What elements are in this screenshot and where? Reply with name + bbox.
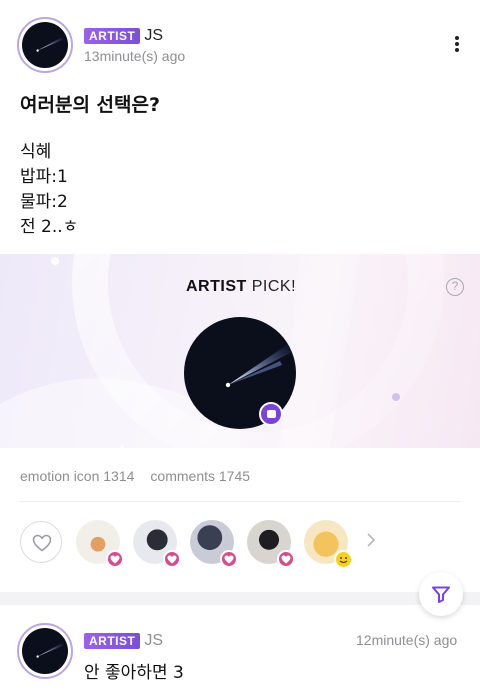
filter-button[interactable] [419,572,463,616]
artist-badge: ARTIST [84,27,141,44]
filter-icon [432,586,450,603]
heart-icon [277,550,295,568]
reactor-avatar[interactable] [304,520,353,569]
reactor-avatar[interactable] [133,520,181,568]
like-button[interactable] [20,521,62,563]
kebab-icon[interactable] [449,36,465,54]
author-name[interactable]: JS [144,27,163,44]
post-body-line: 전 2..ㅎ [20,217,79,237]
chevron-right-icon[interactable] [366,532,376,548]
post-text: 안 좋아하면 3 [84,663,184,683]
post-header: ARTIST JS [84,25,163,45]
post-time: 13minute(s) ago [84,48,186,64]
post-body-line: 물파:2 [20,192,68,212]
heart-outline-icon [32,534,52,552]
smile-icon [334,550,353,569]
comet-image [36,36,64,52]
heart-icon [106,550,124,568]
comet-image [36,642,64,658]
chat-icon [259,402,283,426]
reactor-avatar[interactable] [190,520,238,568]
post-stats: emotion icon 1314 comments 1745 [20,468,250,484]
heart-icon [163,550,181,568]
artist-avatar[interactable] [17,17,73,73]
post-title: 여러분의 선택은? [20,94,160,116]
help-icon[interactable]: ? [446,278,464,296]
artist-badge: ARTIST [84,632,141,649]
post-time: 12minute(s) ago [356,632,458,648]
reactor-avatar[interactable] [76,520,124,568]
post-body-line: 식혜 [20,142,52,162]
emotion-count[interactable]: emotion icon 1314 [20,468,134,484]
reactor-avatar[interactable] [247,520,295,568]
heart-icon [220,550,238,568]
artist-pick-banner: ARTIST PICK! ? [0,254,480,448]
post-card: ARTIST JS 12minute(s) ago 안 좋아하면 3 [0,605,480,693]
artist-avatar[interactable] [17,623,73,679]
author-name[interactable]: JS [144,632,163,649]
artist-pick-title: ARTIST PICK! [184,278,299,299]
post-body-line: 밥파:1 [20,167,68,187]
divider [20,501,460,502]
comments-count[interactable]: comments 1745 [150,468,250,484]
post-card: ARTIST JS 13minute(s) ago 여러분의 선택은? 식혜 밥파… [0,0,480,592]
post-header: ARTIST JS [84,630,163,650]
